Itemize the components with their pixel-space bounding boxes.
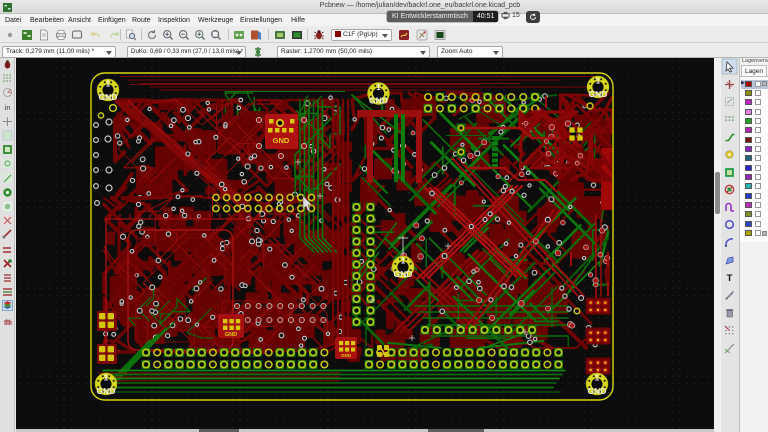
- svg-text:GND: GND: [225, 332, 237, 338]
- svg-text:GND: GND: [589, 89, 608, 99]
- svg-text:1: 1: [401, 257, 406, 266]
- svg-text:GND: GND: [341, 353, 352, 358]
- svg-text:1: 1: [106, 80, 111, 89]
- svg-text:1: 1: [104, 374, 109, 383]
- svg-text:GND: GND: [273, 136, 290, 145]
- svg-text:GND: GND: [369, 96, 388, 106]
- svg-text:1: 1: [596, 77, 601, 86]
- svg-text:GND: GND: [99, 92, 118, 102]
- svg-text:1: 1: [376, 83, 381, 92]
- svg-text:T: T: [727, 273, 733, 284]
- svg-text:GND: GND: [394, 269, 413, 279]
- svg-text:1: 1: [595, 374, 600, 383]
- svg-text:GND: GND: [588, 386, 607, 396]
- svg-text:in: in: [4, 105, 10, 112]
- svg-text:GND: GND: [97, 386, 116, 396]
